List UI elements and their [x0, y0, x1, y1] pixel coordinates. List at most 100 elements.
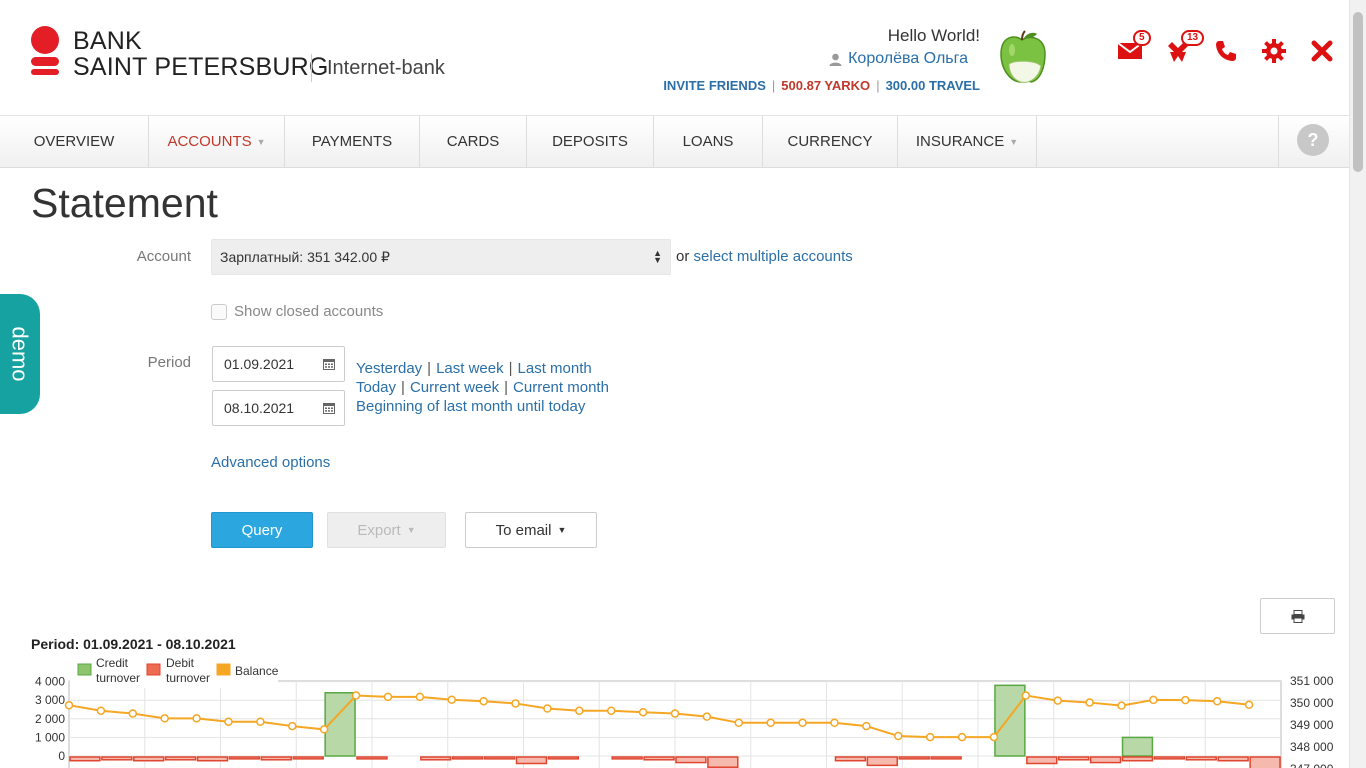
nav-insurance[interactable]: INSURANCE ▼ [898, 116, 1037, 167]
balance-point [96, 706, 106, 715]
promo-separator: | [876, 78, 880, 93]
nav-label: INSURANCE [915, 133, 1005, 150]
help-button[interactable]: ? [1297, 124, 1329, 156]
debit-bar [196, 756, 229, 762]
quick-last-month[interactable]: Last month [518, 360, 592, 377]
invite-friends-link[interactable]: INVITE FRIENDS [663, 78, 766, 93]
quick-separator: | [401, 379, 405, 396]
to-email-button[interactable]: To email ▼ [465, 512, 597, 548]
account-select[interactable]: Зарплатный: 351 342.00 ₽ ▲ ▼ [211, 239, 671, 275]
bank-name[interactable]: BANK SAINT PETERSBURG [73, 28, 329, 80]
export-button[interactable]: Export ▼ [327, 512, 446, 548]
debit-bar [1185, 756, 1217, 761]
bank-name-line2: SAINT PETERSBURG [73, 53, 329, 81]
y-right-tick-label: 350 000 [1290, 696, 1334, 710]
show-closed-checkbox[interactable]: Show closed accounts [211, 303, 383, 320]
calendar-icon[interactable] [323, 358, 335, 370]
gear-icon [1262, 39, 1286, 63]
demo-tab[interactable]: demo [0, 294, 40, 414]
quick-period-row-2: Today | Current week | Current month [356, 378, 609, 397]
select-multiple-accounts-link[interactable]: select multiple accounts [694, 248, 853, 265]
debit-bar [1057, 756, 1090, 761]
quick-separator: | [508, 360, 513, 377]
messages-button[interactable]: 5 [1115, 30, 1151, 66]
nav-cards[interactable]: CARDS [420, 116, 527, 167]
quick-last-week[interactable]: Last week [436, 360, 504, 377]
quick-current-week[interactable]: Current week [410, 379, 499, 396]
date-from-input[interactable]: 01.09.2021 [212, 346, 345, 382]
print-button[interactable] [1260, 598, 1335, 634]
logout-button[interactable] [1307, 36, 1337, 66]
y-right-tick-label: 348 000 [1290, 740, 1334, 754]
debit-bar [164, 756, 197, 761]
balance-point [1212, 696, 1222, 706]
debit-bar [547, 756, 580, 760]
quick-current-month[interactable]: Current month [513, 379, 609, 396]
yarko-balance-link[interactable]: 500.87 YARKO [781, 78, 870, 93]
y-right-tick-label: 347 000 [1290, 762, 1334, 768]
or-text: or [676, 248, 690, 265]
nav-deposits[interactable]: DEPOSITS [527, 116, 654, 167]
balance-point [288, 721, 297, 731]
export-label: Export [357, 521, 401, 539]
debit-bar [1217, 756, 1249, 762]
balance-point [128, 709, 138, 718]
quick-today[interactable]: Today [356, 379, 396, 396]
balance-point [766, 718, 775, 728]
travel-balance-link[interactable]: 300.00 TRAVEL [886, 78, 980, 93]
debit-bar [898, 756, 930, 760]
quick-yesterday[interactable]: Yesterday [356, 360, 422, 377]
quick-beginning-last-month[interactable]: Beginning of last month until today [356, 397, 585, 416]
nav-overview[interactable]: OVERVIEW [0, 116, 149, 167]
credit-bar [994, 684, 1026, 757]
settings-button[interactable] [1259, 36, 1289, 66]
scrollbar-thumb[interactable] [1353, 12, 1363, 172]
close-icon [1311, 40, 1333, 62]
checkbox-box[interactable] [211, 303, 227, 320]
query-button[interactable]: Query [211, 512, 313, 548]
balance-point [192, 714, 201, 723]
debit-bar [420, 756, 452, 761]
y-right-tick-label: 349 000 [1290, 718, 1334, 732]
debit-bar [834, 756, 867, 762]
balance-point [830, 718, 839, 728]
gifts-button[interactable]: 13 [1163, 30, 1205, 66]
caret-down-icon: ▼ [1009, 136, 1019, 147]
nav-loans[interactable]: LOANS [654, 116, 763, 167]
debit-bar [866, 756, 899, 767]
advanced-options-link[interactable]: Advanced options [211, 454, 330, 471]
period-label: Period [147, 354, 191, 371]
nav-payments[interactable]: PAYMENTS [285, 116, 420, 167]
nav-currency[interactable]: CURRENCY [763, 116, 898, 167]
debit-bar [1153, 756, 1186, 760]
balance-point [64, 700, 74, 710]
debit-bar [675, 756, 707, 764]
balance-point [351, 691, 361, 700]
debit-bar [69, 756, 101, 762]
y-left-tick-label: 3 000 [35, 693, 65, 707]
user-link[interactable]: Королёва Ольга [829, 50, 968, 68]
call-button[interactable] [1211, 36, 1241, 66]
debit-bar [643, 756, 675, 761]
balance-point [798, 718, 807, 728]
account-label: Account [136, 248, 191, 265]
to-email-label: To email [495, 521, 552, 539]
caret-down-icon: ▼ [557, 525, 567, 535]
page-scrollbar[interactable] [1349, 0, 1366, 768]
balance-point [256, 717, 265, 726]
calendar-icon[interactable] [323, 402, 335, 414]
apple-avatar-icon[interactable] [995, 30, 1049, 88]
query-label: Query [241, 521, 283, 539]
date-to-input[interactable]: 08.10.2021 [212, 390, 345, 426]
printer-icon [1291, 609, 1304, 623]
bank-logo-icon[interactable] [30, 26, 60, 78]
header-actions: 5 13 [1115, 30, 1337, 66]
promo-bar: INVITE FRIENDS | 500.87 YARKO | 300.00 T… [663, 78, 980, 93]
nav-accounts[interactable]: ACCOUNTS ▼ [149, 116, 285, 167]
y-left-tick-label: 0 [58, 749, 65, 763]
date-from-value: 01.09.2021 [224, 356, 295, 372]
debit-bar [260, 756, 293, 761]
balance-point [1149, 695, 1158, 705]
nav-label: PAYMENTS [311, 133, 393, 150]
debit-bar [483, 756, 516, 760]
